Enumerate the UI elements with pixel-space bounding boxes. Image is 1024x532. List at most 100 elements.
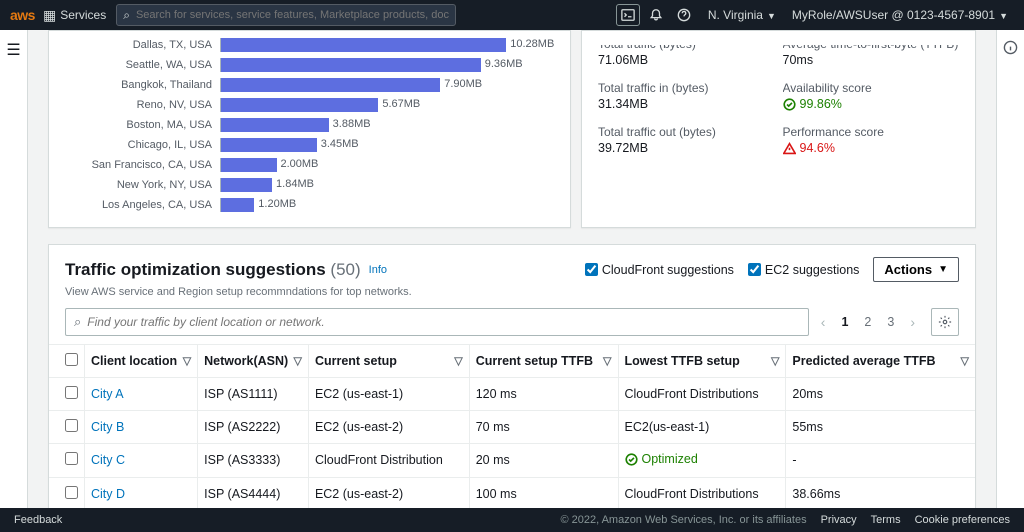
kpi-performance-value: 94.6% <box>783 141 960 155</box>
kpi-traffic-in-label: Total traffic in (bytes) <box>598 81 775 95</box>
cell-current-ttfb: 120 ms <box>469 378 618 411</box>
nav-toggle-icon[interactable]: ☰ <box>6 40 20 508</box>
col-client[interactable]: Client location▽ <box>85 345 198 378</box>
col-network[interactable]: Network(ASN)▽ <box>198 345 309 378</box>
table-settings-button[interactable] <box>931 308 959 336</box>
search-input[interactable] <box>136 9 449 21</box>
chart-label: San Francisco, CA, USA <box>65 159 220 171</box>
table-row: City C ISP (AS3333) CloudFront Distribut… <box>49 444 975 478</box>
main-content: Dallas, TX, USA 10.28MBSeattle, WA, USA … <box>28 30 996 508</box>
kpi-ttfb-label: Average time-to-first-byte (TTFB) <box>783 37 960 51</box>
row-checkbox[interactable] <box>65 386 78 399</box>
cell-current: EC2 (us-east-2) <box>308 477 469 508</box>
cell-predicted: 20ms <box>786 378 975 411</box>
chart-label: Reno, NV, USA <box>65 99 220 111</box>
cell-lowest: CloudFront Distributions <box>618 477 786 508</box>
traffic-chart-card: Dallas, TX, USA 10.28MBSeattle, WA, USA … <box>48 30 571 228</box>
aws-logo[interactable]: aws <box>10 7 35 23</box>
kpi-total-traffic-label: Total traffic (bytes) <box>598 37 775 51</box>
region-selector[interactable]: N. Virginia▼ <box>698 8 786 22</box>
cell-predicted: - <box>786 444 975 478</box>
row-checkbox[interactable] <box>65 419 78 432</box>
sort-icon: ▽ <box>454 355 462 368</box>
chart-label: Chicago, IL, USA <box>65 139 220 151</box>
chart-bar-row: San Francisco, CA, USA 2.00MB <box>65 155 554 175</box>
panel-subtitle: View AWS service and Region setup recomm… <box>49 286 975 308</box>
right-rail <box>996 30 1024 508</box>
services-grid-icon[interactable]: ▦ <box>43 7 56 24</box>
chart-bar-row: Reno, NV, USA 5.67MB <box>65 95 554 115</box>
cloudshell-icon[interactable] <box>616 4 640 26</box>
page-next-icon[interactable]: › <box>906 312 919 332</box>
chart-bar-row: Bangkok, Thailand 7.90MB <box>65 75 554 95</box>
col-predicted[interactable]: Predicted average TTFB▽ <box>786 345 975 378</box>
page-3[interactable]: 3 <box>883 313 898 331</box>
table-row: City D ISP (AS4444) EC2 (us-east-2) 100 … <box>49 477 975 508</box>
col-lowest[interactable]: Lowest TTFB setup▽ <box>618 345 786 378</box>
chart-bar-row: Boston, MA, USA 3.88MB <box>65 115 554 135</box>
cell-predicted: 38.66ms <box>786 477 975 508</box>
kpi-availability-value: 99.86% <box>783 97 960 111</box>
ec2-checkbox-input[interactable] <box>748 263 761 276</box>
notifications-icon[interactable] <box>644 4 668 26</box>
info-panel-icon[interactable] <box>1003 40 1018 508</box>
privacy-link[interactable]: Privacy <box>821 514 857 526</box>
help-icon[interactable] <box>672 4 696 26</box>
row-checkbox[interactable] <box>65 486 78 499</box>
search-icon: ⌕ <box>123 8 130 23</box>
cell-current: CloudFront Distribution <box>308 444 469 478</box>
select-all-checkbox[interactable] <box>65 353 78 366</box>
table-row: City A ISP (AS1111) EC2 (us-east-1) 120 … <box>49 378 975 411</box>
chart-bar-row: Chicago, IL, USA 3.45MB <box>65 135 554 155</box>
col-current[interactable]: Current setup▽ <box>308 345 469 378</box>
kpi-total-traffic-value: 71.06MB <box>598 53 775 67</box>
chart-bar-row: New York, NY, USA 1.84MB <box>65 175 554 195</box>
services-menu[interactable]: Services <box>60 8 106 22</box>
client-link[interactable]: City D <box>91 487 125 501</box>
chart-bar-row: Dallas, TX, USA 10.28MB <box>65 35 554 55</box>
kpi-card: Total traffic (bytes) 71.06MB Average ti… <box>581 30 976 228</box>
chart-label: Boston, MA, USA <box>65 119 220 131</box>
filter-input[interactable] <box>87 315 800 329</box>
cookie-link[interactable]: Cookie preferences <box>915 514 1010 526</box>
kpi-ttfb-value: 70ms <box>783 53 960 67</box>
page-prev-icon[interactable]: ‹ <box>817 312 830 332</box>
kpi-availability-label: Availability score <box>783 81 960 95</box>
feedback-link[interactable]: Feedback <box>14 514 62 526</box>
account-menu[interactable]: MyRole/AWSUser @ 0123-4567-8901▼ <box>786 8 1014 22</box>
pagination: ‹ 1 2 3 › <box>817 312 919 332</box>
cell-current-ttfb: 100 ms <box>469 477 618 508</box>
cloudfront-checkbox-input[interactable] <box>585 263 598 276</box>
col-current-ttfb[interactable]: Current setup TTFB▽ <box>469 345 618 378</box>
global-search[interactable]: ⌕ <box>116 4 456 26</box>
terms-link[interactable]: Terms <box>871 514 901 526</box>
client-link[interactable]: City C <box>91 453 125 467</box>
cell-current: EC2 (us-east-1) <box>308 378 469 411</box>
cell-current-ttfb: 70 ms <box>469 411 618 444</box>
cell-current-ttfb: 20 ms <box>469 444 618 478</box>
cell-network: ISP (AS1111) <box>198 378 309 411</box>
footer: Feedback © 2022, Amazon Web Services, In… <box>0 508 1024 532</box>
page-2[interactable]: 2 <box>860 313 875 331</box>
cell-predicted: 55ms <box>786 411 975 444</box>
kpi-traffic-out-label: Total traffic out (bytes) <box>598 125 775 139</box>
sort-icon: ▽ <box>771 355 779 368</box>
left-rail: ☰ <box>0 30 28 508</box>
row-checkbox[interactable] <box>65 452 78 465</box>
global-header: aws ▦ Services ⌕ N. Virginia▼ MyRole/AWS… <box>0 0 1024 30</box>
table-row: City B ISP (AS2222) EC2 (us-east-2) 70 m… <box>49 411 975 444</box>
actions-button[interactable]: Actions ▼ <box>873 257 959 282</box>
chart-label: New York, NY, USA <box>65 179 220 191</box>
cell-current: EC2 (us-east-2) <box>308 411 469 444</box>
ec2-suggestions-checkbox[interactable]: EC2 suggestions <box>748 263 860 277</box>
client-link[interactable]: City A <box>91 387 124 401</box>
filter-input-wrapper[interactable]: ⌕ <box>65 308 809 336</box>
cloudfront-suggestions-checkbox[interactable]: CloudFront suggestions <box>585 263 734 277</box>
client-link[interactable]: City B <box>91 420 124 434</box>
search-icon: ⌕ <box>74 314 81 330</box>
info-link[interactable]: Info <box>369 264 387 276</box>
copyright: © 2022, Amazon Web Services, Inc. or its… <box>560 514 806 526</box>
chart-label: Dallas, TX, USA <box>65 39 220 51</box>
page-1[interactable]: 1 <box>837 313 852 331</box>
kpi-performance-label: Performance score <box>783 125 960 139</box>
